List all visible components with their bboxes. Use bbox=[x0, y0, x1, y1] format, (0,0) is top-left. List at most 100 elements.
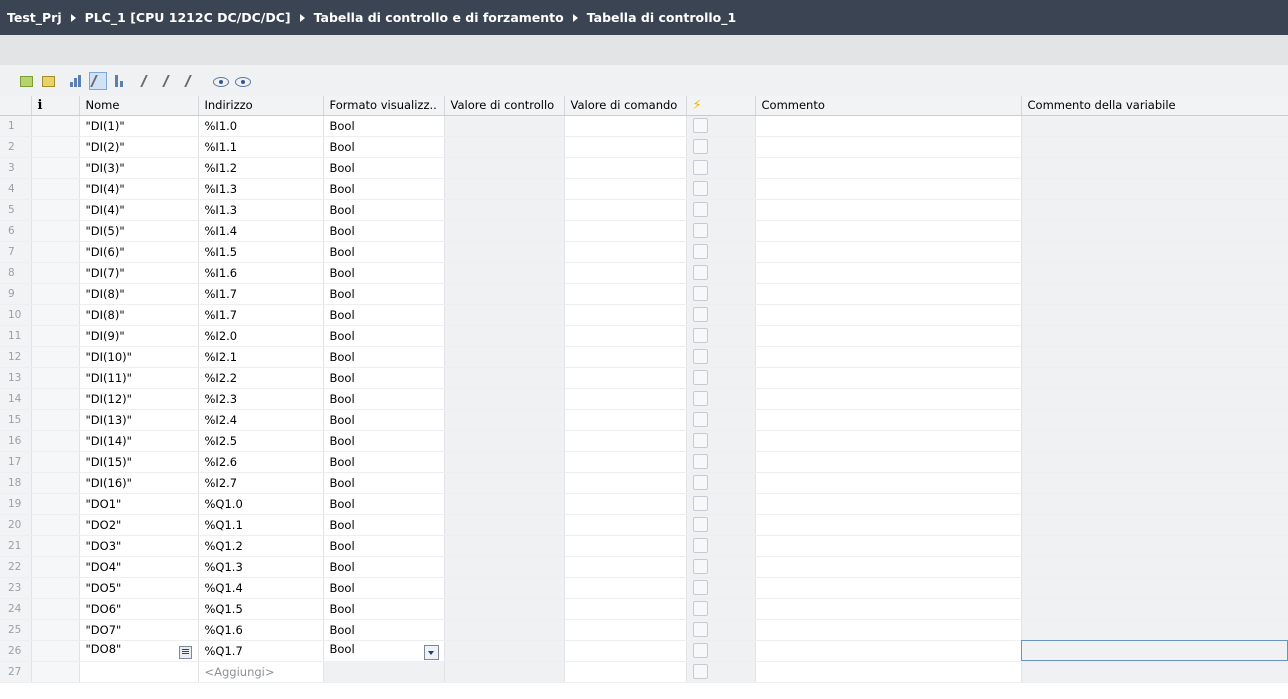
format-cell[interactable]: Bool bbox=[323, 619, 445, 641]
table-row[interactable]: 7 "DI(6)" %I1.5 Bool bbox=[0, 241, 1288, 263]
table-row[interactable]: 14 "DI(12)" %I2.3 Bool bbox=[0, 388, 1288, 410]
row-number[interactable]: 10 bbox=[0, 304, 32, 326]
name-cell[interactable]: "DO6" bbox=[79, 598, 199, 620]
name-cell[interactable]: "DI(7)" bbox=[79, 262, 199, 284]
tag-comment-cell[interactable] bbox=[1021, 304, 1288, 326]
row-number[interactable]: 21 bbox=[0, 535, 32, 557]
comment-cell[interactable] bbox=[755, 283, 1022, 305]
modify-value-cell[interactable] bbox=[564, 577, 687, 599]
tag-comment-cell[interactable] bbox=[1021, 451, 1288, 473]
address-cell[interactable]: %I2.0 bbox=[198, 325, 324, 347]
name-cell[interactable]: "DI(8)" bbox=[79, 304, 199, 326]
address-cell[interactable]: %Q1.1 bbox=[198, 514, 324, 536]
modify-value-cell[interactable] bbox=[564, 220, 687, 242]
show-trigger-columns-icon[interactable] bbox=[112, 73, 128, 89]
comment-cell[interactable] bbox=[755, 199, 1022, 221]
tag-comment-cell[interactable] bbox=[1021, 472, 1288, 494]
modify-value-cell[interactable] bbox=[564, 178, 687, 200]
comment-cell[interactable] bbox=[755, 115, 1022, 137]
modify-checkbox[interactable] bbox=[692, 475, 708, 490]
row-number[interactable]: 8 bbox=[0, 262, 32, 284]
name-cell[interactable]: "DI(10)" bbox=[79, 346, 199, 368]
modify-value-cell[interactable] bbox=[564, 157, 687, 179]
modify-value-cell[interactable] bbox=[564, 367, 687, 389]
comment-cell[interactable] bbox=[755, 472, 1022, 494]
row-number[interactable]: 3 bbox=[0, 157, 32, 179]
table-row[interactable]: 26 "DO8" %Q1.7 Bool bbox=[0, 640, 1288, 662]
name-cell[interactable]: "DI(5)" bbox=[79, 220, 199, 242]
tag-comment-cell[interactable] bbox=[1021, 199, 1288, 221]
modify-value-cell[interactable] bbox=[564, 241, 687, 263]
modify-checkbox[interactable] bbox=[692, 433, 708, 448]
modify-checkbox[interactable] bbox=[692, 244, 708, 259]
address-cell[interactable]: %I1.7 bbox=[198, 283, 324, 305]
tag-comment-cell[interactable] bbox=[1021, 535, 1288, 557]
modify-checkbox[interactable] bbox=[692, 202, 708, 217]
comment-cell[interactable] bbox=[755, 535, 1022, 557]
address-cell[interactable]: %I1.5 bbox=[198, 241, 324, 263]
modify-checkbox[interactable] bbox=[692, 328, 708, 343]
row-number[interactable]: 6 bbox=[0, 220, 32, 242]
tag-comment-cell[interactable] bbox=[1021, 220, 1288, 242]
format-cell[interactable]: Bool bbox=[323, 472, 445, 494]
row-number[interactable]: 17 bbox=[0, 451, 32, 473]
modify-checkbox[interactable] bbox=[692, 349, 708, 364]
modify-value-cell[interactable] bbox=[564, 598, 687, 620]
modify-checkbox[interactable] bbox=[692, 496, 708, 511]
modify-value-cell[interactable] bbox=[564, 304, 687, 326]
modify-value-cell[interactable] bbox=[564, 388, 687, 410]
modify-checkbox[interactable] bbox=[692, 139, 708, 154]
row-number[interactable]: 4 bbox=[0, 178, 32, 200]
show-extended-icon[interactable] bbox=[68, 73, 84, 89]
modify-value-cell[interactable] bbox=[564, 325, 687, 347]
modify-checkbox[interactable] bbox=[692, 181, 708, 196]
modify-value-cell[interactable] bbox=[564, 409, 687, 431]
name-cell[interactable]: "DI(12)" bbox=[79, 388, 199, 410]
tag-comment-cell[interactable] bbox=[1021, 115, 1288, 137]
comment-cell[interactable] bbox=[755, 325, 1022, 347]
modify-checkbox[interactable] bbox=[692, 160, 708, 175]
row-number[interactable]: 19 bbox=[0, 493, 32, 515]
row-number[interactable]: 24 bbox=[0, 598, 32, 620]
tag-list-icon[interactable] bbox=[178, 646, 192, 659]
format-cell[interactable]: Bool bbox=[323, 556, 445, 578]
modify-checkbox[interactable] bbox=[692, 118, 708, 133]
force-column-header[interactable]: ⚡ bbox=[686, 96, 756, 116]
table-row[interactable]: 2 "DI(2)" %I1.1 Bool bbox=[0, 136, 1288, 158]
comment-cell[interactable] bbox=[755, 241, 1022, 263]
modify-value-cell[interactable] bbox=[564, 619, 687, 641]
comment-cell[interactable] bbox=[755, 136, 1022, 158]
address-cell[interactable]: %I2.7 bbox=[198, 472, 324, 494]
tag-comment-cell[interactable] bbox=[1021, 157, 1288, 179]
comment-cell[interactable] bbox=[755, 178, 1022, 200]
modify-now-icon[interactable] bbox=[140, 73, 158, 89]
format-cell[interactable]: Bool bbox=[323, 598, 445, 620]
breadcrumb-watch-folder[interactable]: Tabella di controllo e di forzamento bbox=[314, 10, 564, 25]
format-cell[interactable]: Bool bbox=[323, 262, 445, 284]
tag-comment-cell[interactable] bbox=[1021, 136, 1288, 158]
table-row[interactable]: 17 "DI(15)" %I2.6 Bool bbox=[0, 451, 1288, 473]
address-cell[interactable]: %Q1.3 bbox=[198, 556, 324, 578]
format-cell[interactable]: Bool bbox=[323, 577, 445, 599]
add-placeholder[interactable]: <Aggiungi> bbox=[198, 661, 324, 683]
tag-comment-cell[interactable] bbox=[1021, 367, 1288, 389]
modify-value-cell[interactable] bbox=[564, 199, 687, 221]
modify-with-trigger-icon[interactable] bbox=[162, 73, 180, 89]
name-cell[interactable]: "DO1" bbox=[79, 493, 199, 515]
tag-comment-cell[interactable] bbox=[1021, 619, 1288, 641]
comment-cell[interactable] bbox=[755, 430, 1022, 452]
format-cell[interactable]: Bool bbox=[323, 346, 445, 368]
tag-comment-cell[interactable] bbox=[1021, 346, 1288, 368]
tag-comment-cell[interactable] bbox=[1021, 514, 1288, 536]
name-cell[interactable]: "DO7" bbox=[79, 619, 199, 641]
comment-cell[interactable] bbox=[755, 451, 1022, 473]
modify-value-cell[interactable] bbox=[564, 493, 687, 515]
table-row[interactable]: 11 "DI(9)" %I2.0 Bool bbox=[0, 325, 1288, 347]
name-cell[interactable]: "DI(3)" bbox=[79, 157, 199, 179]
address-cell[interactable]: %Q1.2 bbox=[198, 535, 324, 557]
name-cell[interactable]: "DI(1)" bbox=[79, 115, 199, 137]
address-cell[interactable]: %I1.4 bbox=[198, 220, 324, 242]
row-number[interactable]: 20 bbox=[0, 514, 32, 536]
format-cell[interactable]: Bool bbox=[323, 409, 445, 431]
comment-cell[interactable] bbox=[755, 577, 1022, 599]
